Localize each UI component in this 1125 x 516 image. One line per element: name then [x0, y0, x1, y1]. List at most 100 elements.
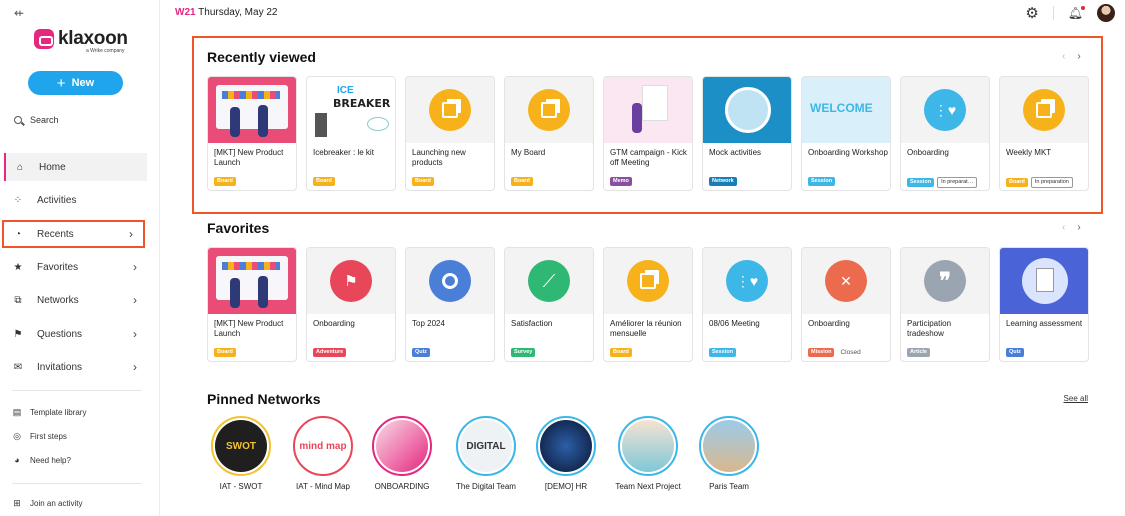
- network-paris-team[interactable]: Paris Team: [692, 416, 766, 491]
- network-tag: Network: [709, 177, 737, 186]
- favorite-card[interactable]: ⚑ Onboarding Adventure: [306, 247, 396, 362]
- adventure-thumbnail: ⚑: [307, 248, 395, 314]
- sidebar-item-recents[interactable]: ◔ Recents ›: [2, 220, 145, 248]
- card-tags: Adventure: [313, 348, 347, 357]
- sidebar-item-home[interactable]: ⌂ Home: [4, 153, 147, 181]
- recent-card[interactable]: WELCOME Onboarding Workshop Session: [801, 76, 891, 191]
- card-title: Weekly MKT: [1006, 148, 1052, 157]
- icebreaker-illustration-thumbnail: BREAKER ICE: [307, 77, 395, 143]
- card-tags: Quiz: [412, 348, 430, 357]
- sidebar-item-label: Activities: [37, 194, 77, 206]
- sidebar-link-join-an-activity[interactable]: ⊞ Join an activity: [12, 498, 82, 509]
- card-tags: Session In preparat…: [907, 177, 978, 188]
- card-title: Launching new products: [412, 148, 466, 167]
- header-separator: [1052, 6, 1054, 20]
- chevron-right-icon: ›: [133, 360, 137, 374]
- article-tag: Article: [907, 348, 931, 357]
- network-the-digital-team[interactable]: DIGITAL The Digital Team: [449, 416, 523, 491]
- network-label: [DEMO] HR: [544, 482, 588, 491]
- recent-card[interactable]: GTM campaign - Kick off Meeting Memo: [603, 76, 693, 191]
- card-title: Onboarding: [313, 319, 355, 328]
- notification-bell-icon[interactable]: 🔔︎: [1068, 6, 1086, 20]
- favorites-prev-button[interactable]: ‹: [1062, 222, 1065, 233]
- sidebar-item-label: Favorites: [37, 261, 79, 273]
- sidebar-link-template-library[interactable]: ▤ Template library: [12, 407, 87, 418]
- recent-pager: ‹ ›: [1062, 51, 1081, 62]
- board-thumbnail: [1000, 77, 1088, 143]
- favorite-card[interactable]: ⟋ Satisfaction Survey: [504, 247, 594, 362]
- recent-card[interactable]: Launching new products Board: [405, 76, 495, 191]
- recent-card[interactable]: My Board Board: [504, 76, 594, 191]
- card-tags: Board: [412, 177, 434, 186]
- recent-next-button[interactable]: ›: [1077, 51, 1080, 62]
- new-button[interactable]: + New: [28, 71, 123, 95]
- current-date: W21 Thursday, May 22: [175, 7, 277, 18]
- favorite-card[interactable]: ✕ Onboarding Mission Closed: [801, 247, 891, 362]
- card-title: Améliorer la réunion mensuelle: [610, 319, 682, 338]
- network-onboarding[interactable]: ONBOARDING: [365, 416, 439, 491]
- klaxoon-logo[interactable]: klaxoon a Wrike company: [34, 29, 128, 57]
- network-avatar: [699, 416, 759, 476]
- favorite-card[interactable]: Learning assessment Quiz: [999, 247, 1089, 362]
- network-team-next-project[interactable]: Team Next Project: [611, 416, 685, 491]
- recent-card[interactable]: BREAKER ICE Icebreaker : le kit Board: [306, 76, 396, 191]
- sidebar-divider: [12, 483, 142, 484]
- recent-card[interactable]: [MKT] New Product Launch Board: [207, 76, 297, 191]
- search-button[interactable]: Search: [14, 115, 59, 125]
- sidebar-item-label: Networks: [37, 294, 79, 306]
- collapse-sidebar-icon[interactable]: ⇷: [14, 6, 24, 20]
- board-tag: Board: [214, 177, 236, 186]
- sidebar-item-favorites[interactable]: ★ Favorites ›: [4, 253, 147, 281]
- favorites-next-button[interactable]: ›: [1077, 222, 1080, 233]
- sidebar-item-invitations[interactable]: ✉ Invitations ›: [4, 353, 147, 381]
- sidebar-link-need-help[interactable]: ◕ Need help?: [12, 455, 71, 465]
- board-thumbnail: [604, 248, 692, 314]
- card-title: Learning assessment: [1006, 319, 1083, 328]
- session-tag: Session: [709, 348, 737, 357]
- sidebar-link-label: Join an activity: [30, 499, 83, 508]
- card-title: 08/06 Meeting: [709, 319, 760, 328]
- sidebar-item-questions[interactable]: ⚑ Questions ›: [4, 320, 147, 348]
- recent-card[interactable]: ⋮♥ Onboarding Session In preparat…: [900, 76, 990, 191]
- network-label: ONBOARDING: [374, 482, 430, 491]
- memo-tag: Memo: [610, 177, 632, 186]
- logo-subtitle: a Wrike company: [86, 48, 125, 54]
- chevron-right-icon: ›: [133, 293, 137, 307]
- plain-tag: In preparat…: [937, 177, 978, 188]
- card-tags: Board: [214, 177, 236, 186]
- sidebar-item-networks[interactable]: ⧉ Networks ›: [4, 286, 147, 314]
- favorite-card[interactable]: [MKT] New Product Launch Board: [207, 247, 297, 362]
- people-illustration-thumbnail: [208, 248, 296, 314]
- chevron-right-icon: ›: [129, 227, 133, 241]
- sidebar-item-activities[interactable]: ⁘ Activities: [4, 186, 147, 214]
- card-tags: Network: [709, 177, 737, 186]
- user-avatar[interactable]: [1097, 4, 1115, 22]
- see-all-link[interactable]: See all: [1064, 394, 1088, 403]
- grid-icon: ⁘: [13, 194, 23, 206]
- sidebar-divider: [12, 390, 142, 391]
- network-demo-hr[interactable]: [DEMO] HR: [529, 416, 603, 491]
- template-icon: ▤: [12, 407, 22, 417]
- recent-prev-button[interactable]: ‹: [1062, 51, 1065, 62]
- chevron-right-icon: ›: [133, 260, 137, 274]
- sidebar-link-first-steps[interactable]: ◎ First steps: [12, 431, 67, 442]
- favorite-card[interactable]: Améliorer la réunion mensuelle Board: [603, 247, 693, 362]
- favorite-card[interactable]: ⋮♥ 08/06 Meeting Session: [702, 247, 792, 362]
- favorites-pager: ‹ ›: [1062, 222, 1081, 233]
- card-tags: Memo: [610, 177, 632, 186]
- mission-tag: Mission: [808, 348, 835, 357]
- network-iat-swot[interactable]: SWOT IAT - SWOT: [204, 416, 278, 491]
- card-title: Participation tradeshow: [907, 319, 952, 338]
- sidebar-item-label: Invitations: [37, 361, 83, 373]
- favorite-card[interactable]: ❞ Participation tradeshow Article: [900, 247, 990, 362]
- network-iat-mind-map[interactable]: mind map IAT - Mind Map: [286, 416, 360, 491]
- network-avatar-image: [622, 420, 674, 472]
- recent-card[interactable]: Weekly MKT Board In preparation: [999, 76, 1089, 191]
- logo-mark-icon: [34, 29, 54, 49]
- card-title: [MKT] New Product Launch: [214, 148, 284, 167]
- recent-card[interactable]: Mock activities Network: [702, 76, 792, 191]
- board-tag: Board: [313, 177, 335, 186]
- card-title: Satisfaction: [511, 319, 553, 328]
- settings-gear-icon[interactable]: ⚙: [1025, 4, 1038, 22]
- favorite-card[interactable]: Top 2024 Quiz: [405, 247, 495, 362]
